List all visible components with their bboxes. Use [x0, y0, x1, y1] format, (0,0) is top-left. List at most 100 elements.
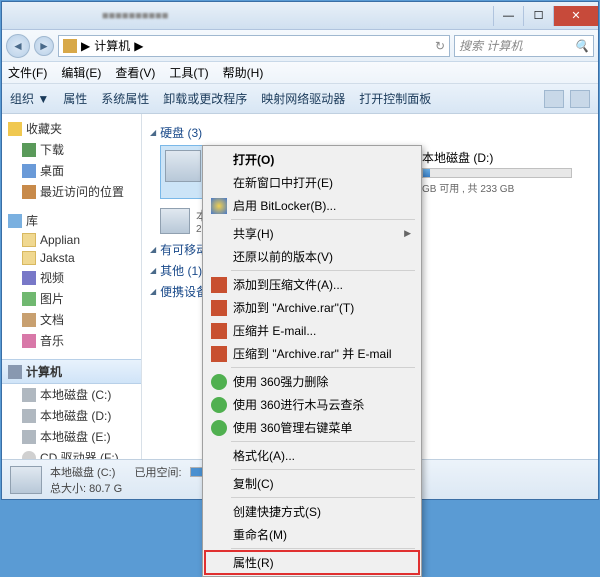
cm-format[interactable]: 格式化(A)... — [205, 444, 419, 467]
forward-button[interactable]: ► — [34, 36, 54, 56]
cm-add-archive[interactable]: 添加到压缩文件(A)... — [205, 273, 419, 296]
menu-view[interactable]: 查看(V) — [115, 64, 155, 81]
sb-pictures[interactable]: 图片 — [2, 288, 141, 309]
sb-computer-head[interactable]: 计算机 — [2, 359, 141, 384]
usage-bar — [422, 168, 572, 178]
cm-360-force-delete[interactable]: 使用 360强力删除 — [205, 370, 419, 393]
status-total: 总大小: 80.7 G — [50, 480, 122, 496]
cm-restore[interactable]: 还原以前的版本(V) — [205, 245, 419, 268]
cm-open[interactable]: 打开(O) — [205, 148, 419, 171]
sb-videos[interactable]: 视频 — [2, 267, 141, 288]
view-icon[interactable] — [544, 90, 564, 108]
360-icon — [211, 420, 227, 436]
tb-system-properties[interactable]: 系统属性 — [101, 90, 149, 107]
menu-file[interactable]: 文件(F) — [8, 64, 47, 81]
tb-map-drive[interactable]: 映射网络驱动器 — [261, 90, 345, 107]
cm-share[interactable]: 共享(H)▶ — [205, 222, 419, 245]
crumb-label[interactable]: 计算机 — [94, 37, 130, 54]
refresh-icon[interactable]: ↻ — [435, 39, 445, 53]
sb-music[interactable]: 音乐 — [2, 330, 141, 351]
sb-drive-e[interactable]: 本地磁盘 (E:) — [2, 426, 141, 447]
search-placeholder: 搜索 计算机 — [459, 37, 522, 54]
context-menu: 打开(O) 在新窗口中打开(E) 启用 BitLocker(B)... 共享(H… — [202, 145, 422, 577]
cm-compress-email[interactable]: 压缩并 E-mail... — [205, 319, 419, 342]
minimize-button[interactable]: — — [493, 6, 523, 26]
cd-icon — [22, 451, 36, 460]
folder-icon — [22, 251, 36, 265]
search-input[interactable]: 搜索 计算机 🔍 — [454, 35, 594, 57]
cm-separator — [231, 441, 415, 442]
music-icon — [22, 334, 36, 348]
rar-icon — [211, 300, 227, 316]
sb-libraries: 库 Applian Jaksta 视频 图片 文档 音乐 — [2, 210, 141, 351]
sb-drive-d[interactable]: 本地磁盘 (D:) — [2, 405, 141, 426]
sb-downloads[interactable]: 下载 — [2, 139, 141, 160]
cm-360-trojan-scan[interactable]: 使用 360进行木马云查杀 — [205, 393, 419, 416]
back-button[interactable]: ◄ — [6, 34, 30, 58]
sb-libraries-head[interactable]: 库 — [2, 210, 141, 231]
sb-applian[interactable]: Applian — [2, 231, 141, 249]
window-title: ■■■■■■■■■■ — [2, 10, 493, 22]
library-icon — [8, 214, 22, 228]
sb-computer: 计算机 本地磁盘 (C:) 本地磁盘 (D:) 本地磁盘 (E:) CD 驱动器… — [2, 359, 141, 459]
drive-info: 本地磁盘 (D:) GB 可用 , 共 233 GB — [422, 149, 572, 195]
document-icon — [22, 313, 36, 327]
close-button[interactable]: ✕ — [553, 6, 598, 26]
nav-sidebar: 收藏夹 下载 桌面 最近访问的位置 库 Applian Jaksta 视频 图片… — [2, 114, 142, 459]
menu-edit[interactable]: 编辑(E) — [61, 64, 101, 81]
cm-separator — [231, 270, 415, 271]
crumb-sep: ▶ — [81, 39, 90, 53]
recent-icon — [22, 185, 36, 199]
tb-control-panel[interactable]: 打开控制面板 — [359, 90, 431, 107]
cm-separator — [231, 219, 415, 220]
cm-add-rar[interactable]: 添加到 "Archive.rar"(T) — [205, 296, 419, 319]
cm-bitlocker[interactable]: 启用 BitLocker(B)... — [205, 194, 419, 217]
cm-new-window[interactable]: 在新窗口中打开(E) — [205, 171, 419, 194]
sb-recent[interactable]: 最近访问的位置 — [2, 181, 141, 202]
folder-icon — [22, 233, 36, 247]
cm-separator — [231, 469, 415, 470]
drive-icon — [160, 208, 190, 234]
submenu-arrow-icon: ▶ — [404, 228, 411, 239]
cm-copy[interactable]: 复制(C) — [205, 472, 419, 495]
sb-documents[interactable]: 文档 — [2, 309, 141, 330]
breadcrumb[interactable]: ▶ 计算机 ▶ ↻ — [58, 35, 450, 57]
crumb-sep2: ▶ — [134, 39, 143, 53]
toolbar: 组织 ▼ 属性 系统属性 卸载或更改程序 映射网络驱动器 打开控制面板 — [2, 84, 598, 114]
status-used-label: 已用空间: — [134, 464, 181, 480]
sb-jaksta[interactable]: Jaksta — [2, 249, 141, 267]
360-icon — [211, 374, 227, 390]
cm-compress-rar-email[interactable]: 压缩到 "Archive.rar" 并 E-mail — [205, 342, 419, 365]
group-harddisk[interactable]: 硬盘 (3) — [150, 124, 590, 141]
cm-separator — [231, 497, 415, 498]
cm-360-manage-menu[interactable]: 使用 360管理右键菜单 — [205, 416, 419, 439]
tb-uninstall[interactable]: 卸载或更改程序 — [163, 90, 247, 107]
sb-favorites: 收藏夹 下载 桌面 最近访问的位置 — [2, 118, 141, 202]
menu-help[interactable]: 帮助(H) — [223, 64, 264, 81]
drive-icon — [22, 409, 36, 423]
cm-rename[interactable]: 重命名(M) — [205, 523, 419, 546]
sb-favorites-head[interactable]: 收藏夹 — [2, 118, 141, 139]
drive-icon — [165, 150, 201, 182]
shield-icon — [211, 198, 227, 214]
drive-icon — [10, 466, 42, 494]
help-icon[interactable] — [570, 90, 590, 108]
sb-drive-c[interactable]: 本地磁盘 (C:) — [2, 384, 141, 405]
window-controls: — ☐ ✕ — [493, 6, 598, 26]
360-icon — [211, 397, 227, 413]
rar-icon — [211, 277, 227, 293]
tb-organize[interactable]: 组织 ▼ — [10, 90, 49, 107]
explorer-window: ■■■■■■■■■■ — ☐ ✕ ◄ ► ▶ 计算机 ▶ ↻ 搜索 计算机 🔍 … — [1, 1, 599, 500]
cm-create-shortcut[interactable]: 创建快捷方式(S) — [205, 500, 419, 523]
maximize-button[interactable]: ☐ — [523, 6, 553, 26]
sb-desktop[interactable]: 桌面 — [2, 160, 141, 181]
drive-sub: GB 可用 , 共 233 GB — [422, 180, 572, 195]
sb-cd-drive[interactable]: CD 驱动器 (F:) — [2, 447, 141, 459]
computer-icon — [8, 365, 22, 379]
video-icon — [22, 271, 36, 285]
drive-icon — [22, 388, 36, 402]
titlebar: ■■■■■■■■■■ — ☐ ✕ — [2, 2, 598, 30]
menu-tools[interactable]: 工具(T) — [169, 64, 208, 81]
tb-properties[interactable]: 属性 — [63, 90, 87, 107]
cm-properties[interactable]: 属性(R) — [205, 551, 419, 574]
